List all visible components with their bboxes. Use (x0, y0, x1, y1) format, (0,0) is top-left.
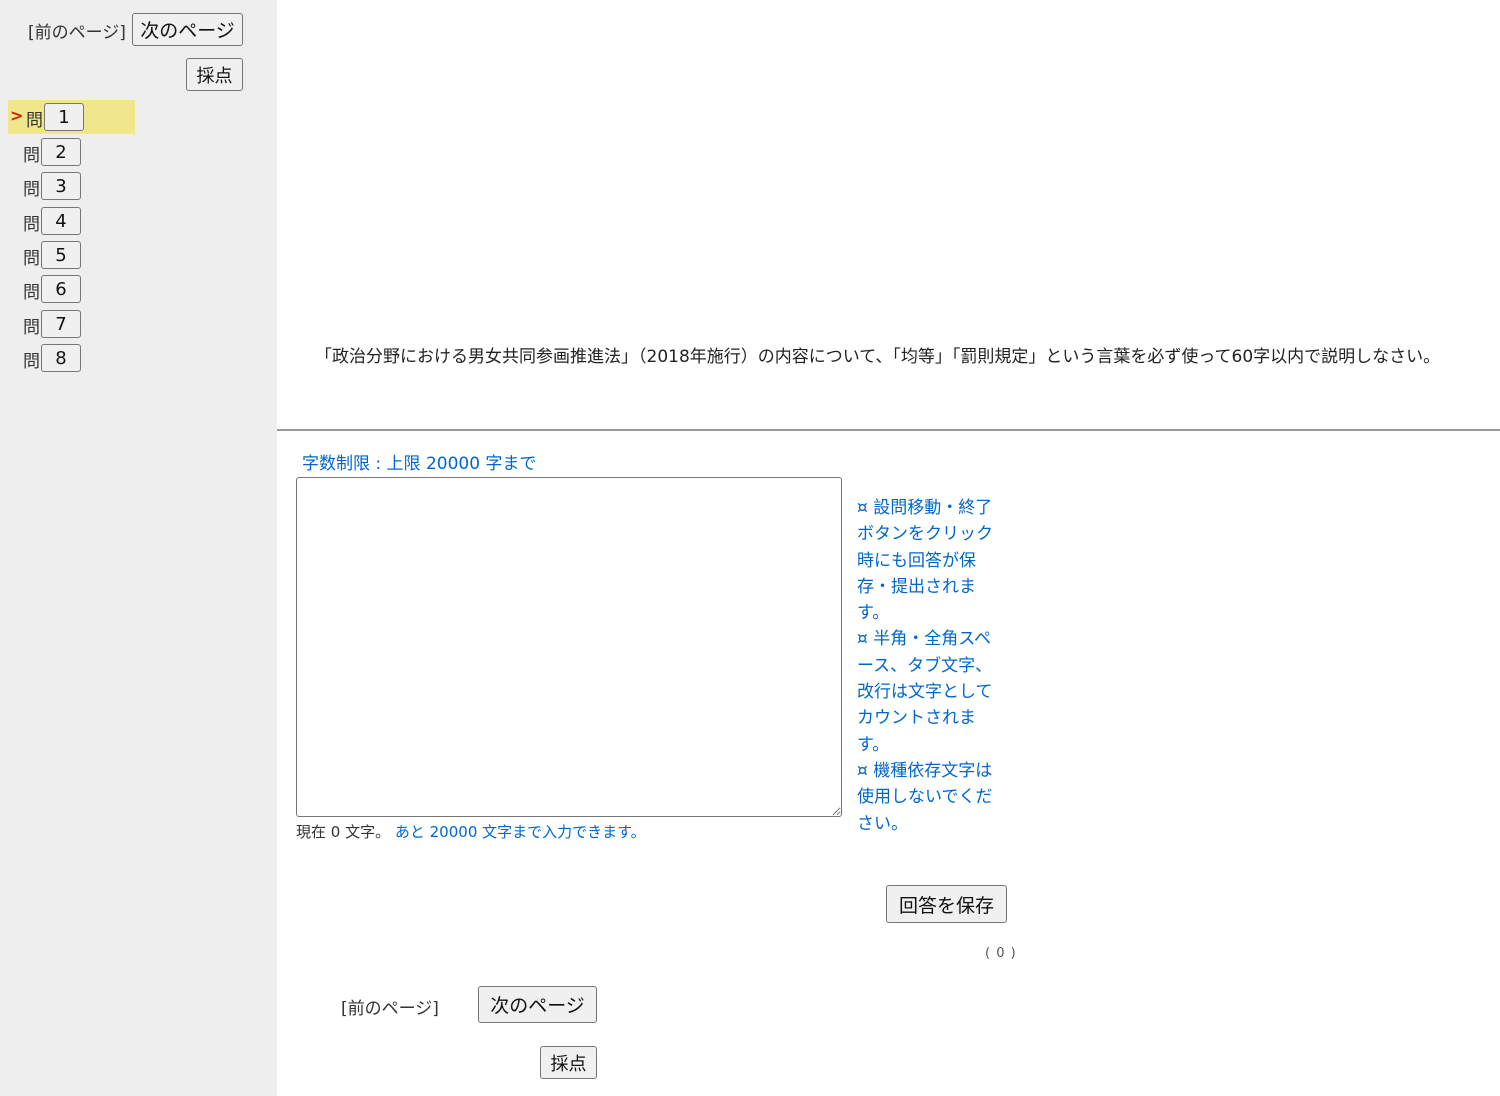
question-nav-item-8: 問 8 (8, 341, 135, 375)
question-nav-item-4: 問 4 (8, 204, 135, 238)
save-count-label: ( 0 ) (985, 946, 1017, 961)
section-divider (277, 429, 1500, 431)
question-prefix-label: 問 (26, 111, 43, 131)
question-nav-item-2: 問 2 (8, 135, 135, 169)
question-prefix-label: 問 (23, 283, 40, 303)
next-page-button-top[interactable]: 次のページ (132, 13, 243, 46)
question-nav-item-1: > 問 1 (8, 100, 135, 134)
question-button-2[interactable]: 2 (41, 138, 81, 166)
question-nav-item-7: 問 7 (8, 307, 135, 341)
question-nav-item-5: 問 5 (8, 238, 135, 272)
question-nav-item-3: 問 3 (8, 169, 135, 203)
note-device-chars: ¤ 機種依存文字は使用しないでください。 (857, 760, 993, 834)
question-text: 「政治分野における男女共同参画推進法」（2018年施行）の内容について、「均等」… (315, 347, 1441, 367)
prev-page-label-bottom: [前のページ] (341, 999, 439, 1019)
question-prefix-label: 問 (23, 352, 40, 372)
question-button-1[interactable]: 1 (44, 103, 84, 131)
question-nav-item-6: 問 6 (8, 272, 135, 306)
answer-textarea[interactable] (296, 477, 842, 817)
main-content: 「政治分野における男女共同参画推進法」（2018年施行）の内容について、「均等」… (277, 0, 1500, 1096)
question-button-5[interactable]: 5 (41, 241, 81, 269)
question-button-4[interactable]: 4 (41, 207, 81, 235)
question-prefix-label: 問 (23, 249, 40, 269)
current-question-marker: > (10, 106, 24, 125)
question-prefix-label: 問 (23, 146, 40, 166)
prev-page-label-top: [前のページ] (28, 23, 126, 43)
question-prefix-label: 問 (23, 215, 40, 235)
char-limit-label: 字数制限 : 上限 20000 字まで (302, 454, 537, 474)
note-whitespace-count: ¤ 半角・全角スペース、タブ文字、改行は文字としてカウントされます。 (857, 629, 993, 755)
question-button-8[interactable]: 8 (41, 344, 81, 372)
question-prefix-label: 問 (23, 318, 40, 338)
save-answer-button[interactable]: 回答を保存 (886, 885, 1007, 923)
question-button-3[interactable]: 3 (41, 172, 81, 200)
grade-button-top[interactable]: 採点 (186, 58, 243, 91)
grade-button-bottom[interactable]: 採点 (540, 1046, 597, 1079)
char-count-current: 現在 0 文字。 (296, 823, 391, 841)
question-button-7[interactable]: 7 (41, 310, 81, 338)
answer-notes: ¤ 設問移動・終了ボタンをクリック時にも回答が保存・提出されます。 ¤ 半角・全… (857, 495, 1007, 837)
char-count-status: 現在 0 文字。 あと 20000 文字まで入力できます。 (296, 821, 646, 842)
char-count-remaining: あと 20000 文字まで入力できます。 (394, 823, 646, 841)
note-autosave: ¤ 設問移動・終了ボタンをクリック時にも回答が保存・提出されます。 (857, 498, 993, 624)
sidebar: [前のページ] 次のページ 採点 > 問 1 問 2 問 3 問 4 問 5 問… (0, 0, 277, 1096)
next-page-button-bottom[interactable]: 次のページ (478, 986, 597, 1023)
question-prefix-label: 問 (23, 180, 40, 200)
question-button-6[interactable]: 6 (41, 275, 81, 303)
